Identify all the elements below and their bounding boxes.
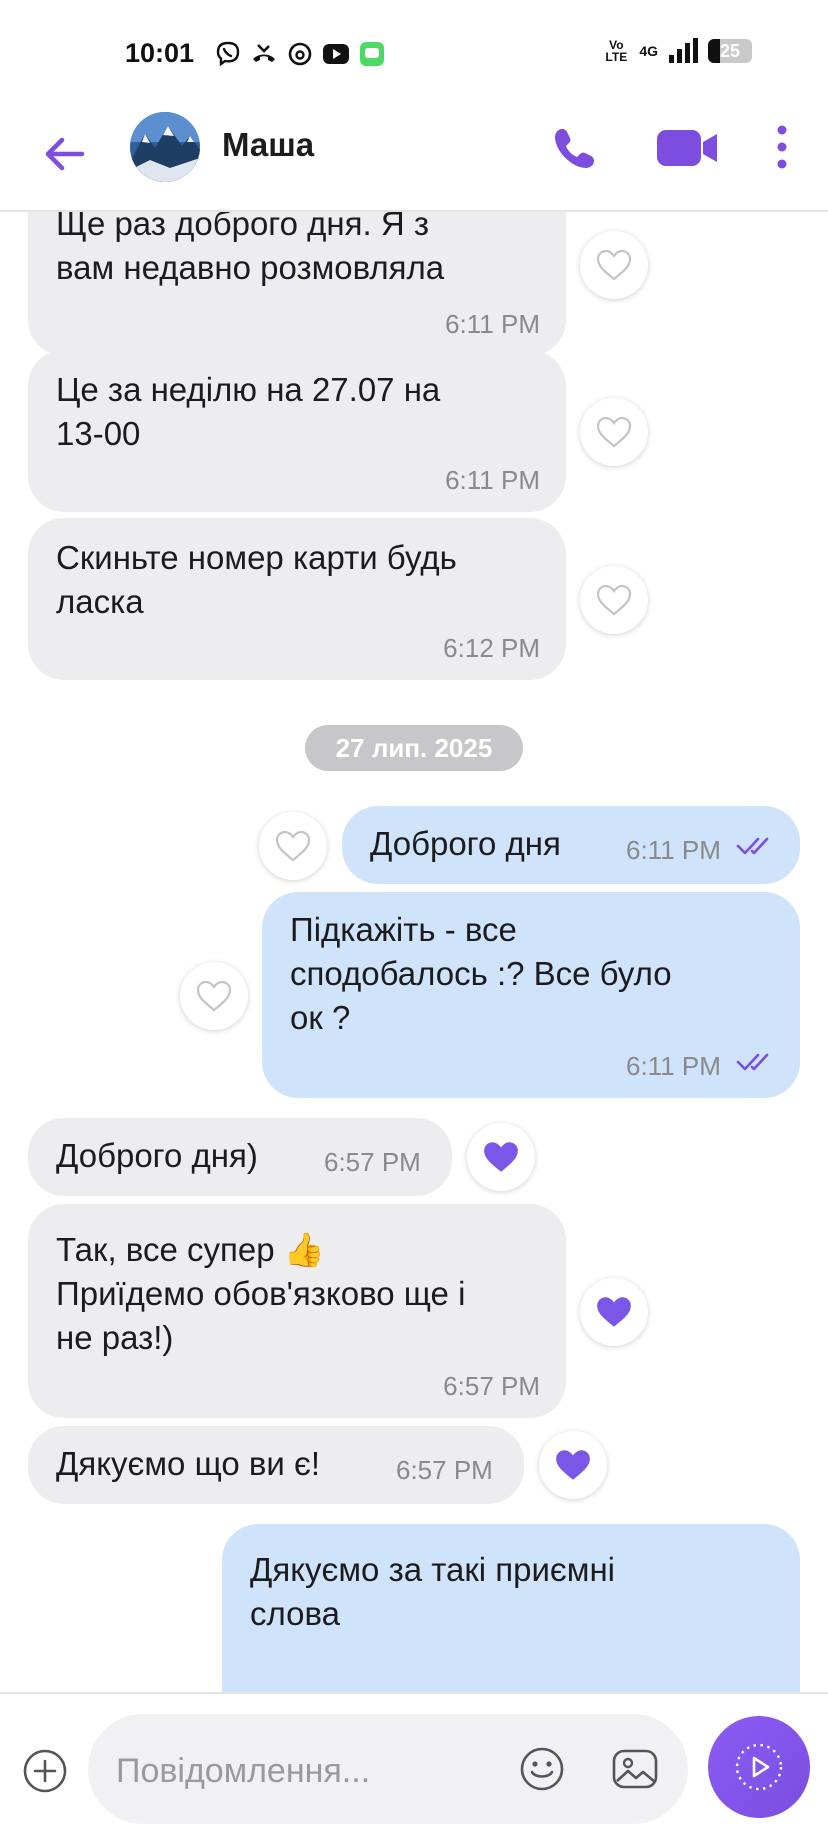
heart-reaction-button[interactable] — [580, 398, 648, 466]
message-text: Дякуємо за такі приємні слова — [250, 1551, 615, 1632]
chat-header: Маша — [0, 100, 828, 212]
message-text: Це за неділю на 27.07 на 13-00 — [56, 371, 441, 452]
read-ticks-icon — [736, 837, 769, 855]
message-text: Так, все супер 👍 Приїдемо обов'язково ще… — [56, 1231, 466, 1356]
message-time: 6:11 PM — [626, 835, 721, 865]
video-camera-icon[interactable] — [655, 124, 721, 172]
battery-indicator: 25 — [708, 39, 752, 63]
battery-level: 25 — [719, 40, 741, 61]
outgoing-message[interactable]: Доброго дня 6:11 PM — [342, 806, 800, 884]
message-list[interactable]: Ще раз доброго дня. Я з вам недавно розм… — [0, 212, 828, 1692]
heart-reaction-button[interactable] — [580, 1278, 648, 1346]
network-type: 4G — [639, 43, 658, 59]
plus-icon[interactable] — [22, 1748, 68, 1794]
incoming-message[interactable]: Доброго дня) 6:57 PM — [28, 1118, 452, 1196]
youtube-icon — [322, 40, 350, 68]
message-time: 6:11 PM — [445, 465, 540, 495]
status-time: 10:01 — [125, 38, 195, 68]
heart-reaction-button[interactable] — [580, 566, 648, 634]
message-time: 6:11 PM — [445, 309, 540, 339]
send-icon[interactable] — [708, 1716, 810, 1818]
message-time: 6:57 PM — [324, 1147, 421, 1177]
message-input[interactable] — [114, 1742, 498, 1800]
incoming-message[interactable]: Так, все супер 👍 Приїдемо обов'язково ще… — [28, 1204, 566, 1418]
message-text: Доброго дня) — [56, 1137, 258, 1174]
message-text: Ще раз доброго дня. Я з вам недавно розм… — [56, 212, 445, 286]
incoming-message[interactable]: Скиньте номер карти будь ласка 6:12 PM — [28, 518, 566, 680]
notification-icons — [214, 40, 386, 68]
heart-reaction-button[interactable] — [539, 1431, 607, 1499]
date-separator: 27 лип. 2025 — [305, 725, 523, 771]
message-time: 6:12 PM — [443, 633, 540, 663]
message-text: Дякуємо що ви є! — [56, 1445, 321, 1482]
heart-reaction-button[interactable] — [259, 812, 327, 880]
emoji-icon[interactable] — [518, 1745, 566, 1793]
status-bar: 10:01 Vo LTE 4G 25 — [0, 0, 828, 100]
incoming-message[interactable]: Це за неділю на 27.07 на 13-00 6:11 PM — [28, 350, 566, 512]
outgoing-message[interactable]: Дякуємо за такі приємні слова — [222, 1524, 800, 1692]
more-vertical-icon[interactable] — [770, 122, 794, 172]
outgoing-message[interactable]: Підкажіть - все сподобалось :? Все було … — [262, 892, 800, 1098]
messages-icon — [358, 40, 386, 68]
threads-icon — [286, 40, 314, 68]
heart-reaction-button[interactable] — [467, 1123, 535, 1191]
incoming-message[interactable]: Ще раз доброго дня. Я з вам недавно розм… — [28, 212, 566, 356]
heart-reaction-button[interactable] — [580, 231, 648, 299]
read-ticks-icon — [736, 1053, 769, 1071]
message-text: Скиньте номер карти будь ласка — [56, 539, 457, 620]
message-time: 6:57 PM — [396, 1455, 493, 1485]
message-time: 6:57 PM — [443, 1371, 540, 1401]
message-text: Доброго дня — [370, 825, 561, 862]
message-text: Підкажіть - все сподобалось :? Все було … — [290, 911, 672, 1036]
message-field[interactable] — [88, 1714, 688, 1824]
incoming-message[interactable]: Дякуємо що ви є! 6:57 PM — [28, 1426, 524, 1504]
message-composer — [0, 1692, 828, 1842]
message-time: 6:11 PM — [626, 1051, 721, 1081]
back-arrow-icon[interactable] — [40, 130, 88, 178]
system-status: Vo LTE 4G 25 — [603, 38, 752, 64]
viber-icon — [214, 40, 242, 68]
avatar[interactable] — [130, 112, 200, 182]
volte-text: Vo LTE — [605, 38, 628, 64]
volte-indicator: Vo LTE — [603, 39, 629, 63]
heart-reaction-button[interactable] — [180, 962, 248, 1030]
missed-call-icon — [250, 40, 278, 68]
signal-icon — [669, 38, 698, 63]
phone-icon[interactable] — [550, 123, 600, 173]
contact-name[interactable]: Маша — [222, 126, 314, 164]
gallery-icon[interactable] — [611, 1745, 663, 1793]
